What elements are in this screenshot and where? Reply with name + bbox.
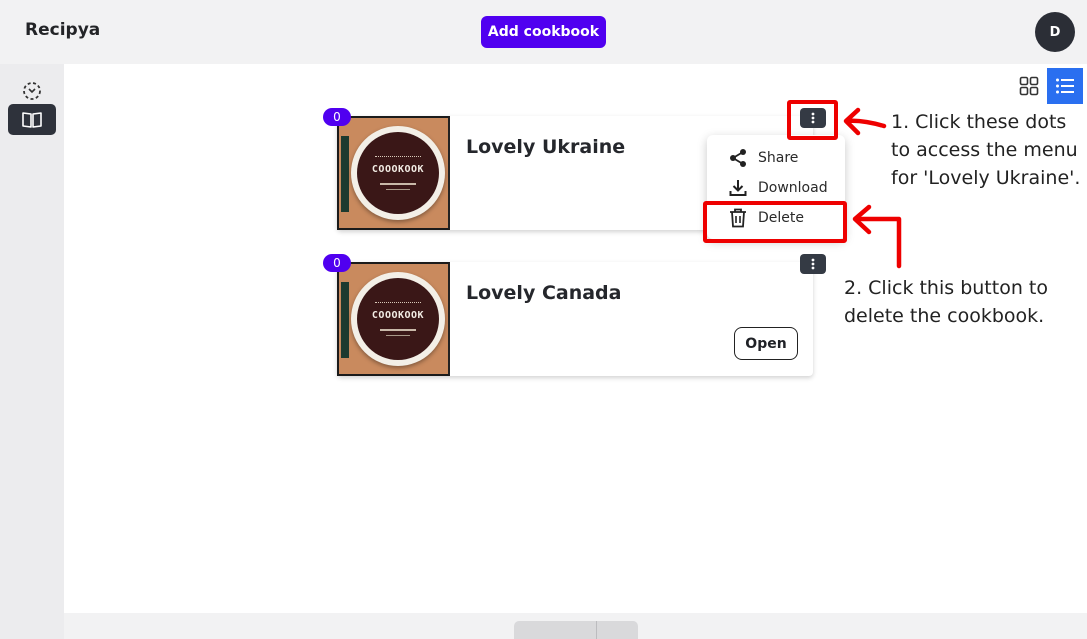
add-cookbook-button[interactable]: Add cookbook [481, 16, 606, 48]
bottom-bar [64, 613, 1087, 639]
cookbook-cover-image[interactable]: COOOKOOK [337, 116, 450, 230]
cookbook-title: Lovely Canada [466, 282, 622, 304]
cover-label: COOOKOOK [371, 164, 425, 175]
list-icon [1056, 78, 1074, 94]
side-rail [0, 64, 64, 639]
cookbook-menu-button[interactable] [800, 254, 826, 274]
open-cookbook-button[interactable]: Open [734, 327, 798, 360]
instruction-step-2: 2. Click this button to delete the cookb… [844, 277, 1048, 327]
top-bar: Recipya Add cookbook D [0, 0, 1087, 64]
delete-highlight-box [703, 201, 847, 243]
grid-icon [1019, 76, 1039, 96]
dots-highlight-box [787, 100, 838, 140]
menu-item-share[interactable]: Share [727, 147, 798, 169]
menu-item-label: Share [758, 150, 799, 166]
app-brand[interactable]: Recipya [25, 20, 100, 40]
cookbook-card[interactable]: COOOKOOK 0 Lovely Canada Open [323, 254, 826, 376]
recipes-nav-button[interactable] [8, 75, 56, 106]
book-icon [22, 111, 42, 128]
cookbooks-nav-button[interactable] [8, 104, 56, 135]
dashed-circle-icon [23, 81, 41, 100]
menu-item-label: Download [758, 180, 828, 196]
arrow-to-dots [843, 107, 887, 136]
cookbook-title: Lovely Ukraine [466, 136, 626, 158]
instruction-step-1: 1. Click these dots to access the menu f… [891, 111, 1081, 189]
arrow-to-delete [852, 204, 902, 269]
menu-item-download[interactable]: Download [727, 177, 828, 199]
user-avatar[interactable]: D [1035, 12, 1075, 52]
list-view-button[interactable] [1047, 68, 1083, 104]
cookbook-cover-image[interactable]: COOOKOOK [337, 262, 450, 376]
cover-label: COOOKOOK [371, 310, 425, 321]
recipe-count-badge: 0 [323, 108, 351, 126]
grid-view-button[interactable] [1011, 68, 1047, 104]
share-icon [727, 147, 749, 169]
bottom-tab-control[interactable] [514, 621, 638, 639]
recipe-count-badge: 0 [323, 254, 351, 272]
download-icon [727, 177, 749, 199]
vertical-dots-icon [811, 258, 815, 270]
